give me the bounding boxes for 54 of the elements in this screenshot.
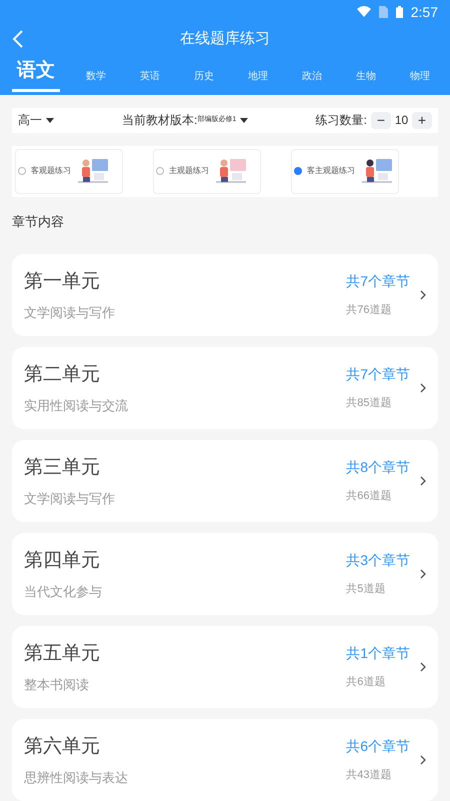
unit-card[interactable]: 第五单元 整本书阅读 共1个章节 共6道题: [12, 626, 438, 708]
unit-title: 第二单元: [24, 363, 101, 387]
chapter-count: 共7个章节: [346, 365, 410, 384]
practice-type-option[interactable]: 客主观题练习: [291, 148, 399, 194]
caret-icon: [46, 118, 54, 123]
unit-title: 第一单元: [24, 270, 101, 294]
practice-type-option[interactable]: 客观题练习: [15, 148, 123, 194]
chapter-count: 共7个章节: [346, 272, 410, 292]
unit-title: 第六单元: [24, 735, 101, 759]
back-icon[interactable]: [12, 30, 24, 48]
chapter-count: 共6个章节: [346, 737, 410, 756]
chevron-icon: [420, 476, 426, 486]
unit-subtitle: 思辨性阅读与表达: [24, 768, 129, 786]
unit-card[interactable]: 第四单元 当代文化参与 共3个章节 共5道题: [12, 533, 438, 615]
status-time: 2:57: [410, 2, 438, 22]
question-count: 共5道题: [346, 582, 386, 598]
unit-card[interactable]: 第六单元 思辨性阅读与表达 共6个章节 共43道题: [12, 719, 438, 801]
count-value: 10: [394, 112, 410, 130]
no-sim-icon: [378, 6, 388, 18]
unit-card[interactable]: 第三单元 文学阅读与写作 共8个章节 共66道题: [12, 440, 438, 522]
unit-title: 第四单元: [24, 549, 101, 573]
caret-icon: [240, 118, 248, 123]
unit-card[interactable]: 第二单元 实用性阅读与交流 共7个章节 共85道题: [12, 347, 438, 429]
unit-subtitle: 实用性阅读与交流: [24, 396, 129, 414]
edition-label: 当前教材版本:: [122, 112, 198, 130]
unit-title: 第三单元: [24, 456, 101, 480]
decrease-button[interactable]: −: [371, 112, 391, 129]
question-count: 共66道题: [346, 489, 392, 504]
unit-subtitle: 文学阅读与写作: [24, 490, 116, 508]
header-title: 在线题库练习: [180, 28, 270, 49]
count-label: 练习数量:: [316, 112, 367, 130]
question-count: 共85道题: [346, 396, 392, 412]
chapter-count: 共8个章节: [346, 458, 410, 478]
increase-button[interactable]: +: [412, 112, 432, 129]
chevron-icon: [420, 662, 426, 672]
section-title: 章节内容: [12, 212, 65, 230]
question-count: 共43道题: [346, 768, 392, 784]
wifi-icon: [356, 6, 371, 18]
chevron-icon: [420, 569, 426, 579]
chevron-icon: [420, 755, 426, 765]
unit-subtitle: 当代文化参与: [24, 582, 103, 600]
question-count: 共6道题: [346, 675, 386, 690]
chapter-count: 共1个章节: [346, 644, 410, 664]
grade-dropdown[interactable]: 高一: [18, 111, 54, 130]
chevron-icon: [420, 290, 426, 300]
question-count: 共76道题: [346, 303, 392, 318]
unit-title: 第五单元: [24, 642, 101, 666]
unit-subtitle: 整本书阅读: [24, 676, 90, 694]
chapter-count: 共3个章节: [346, 551, 410, 570]
practice-type-option[interactable]: 主观题练习: [153, 148, 261, 194]
chevron-icon: [420, 383, 426, 393]
battery-icon: [396, 6, 403, 18]
unit-card[interactable]: 第一单元 文学阅读与写作 共7个章节 共76道题: [12, 254, 438, 336]
unit-subtitle: 文学阅读与写作: [24, 304, 116, 322]
